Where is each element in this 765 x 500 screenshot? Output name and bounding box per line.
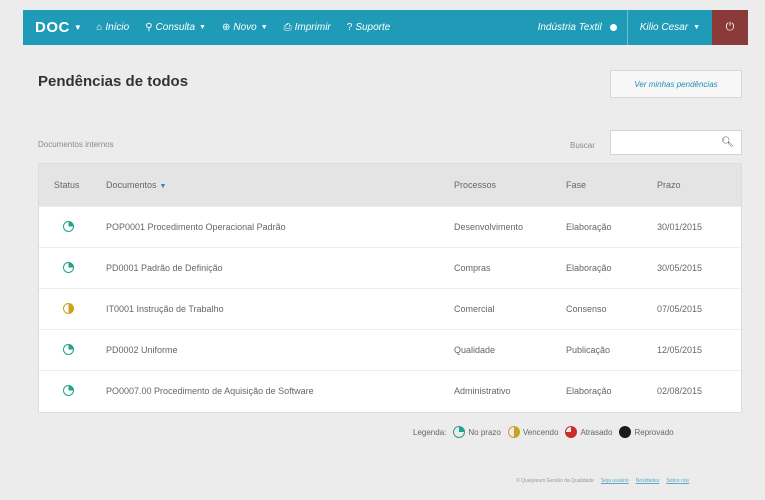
document-cell[interactable]: POP0001 Procedimento Operacional Padrão [100,206,454,247]
chevron-down-icon: ▼ [199,24,206,31]
table-row[interactable]: POP0001 Procedimento Operacional Padrão … [39,206,741,247]
phase-cell: Elaboração [566,262,612,273]
user-menu[interactable]: Kilio Cesar ▼ [628,10,712,45]
header-status[interactable]: Status [39,164,100,206]
legend-title: Legenda: [413,427,447,437]
process-cell: Compras [454,262,491,273]
user-name: Kilio Cesar [639,22,689,33]
nav-item-label: Imprimir [294,22,331,33]
legend-item-on-time: No prazo [453,426,501,438]
status-cell [39,288,100,329]
status-on-time-icon [63,385,74,397]
nav-item-consulta[interactable]: ⚲ Consulta ▼ [137,10,214,45]
document-cell[interactable]: IT0001 Instrução de Trabalho [100,288,454,329]
status-late-icon [565,426,578,438]
legend-label: Atrasado [580,427,613,437]
document-cell[interactable]: PD0001 Padrão de Definição [100,247,454,288]
brand-menu[interactable]: DOC ▼ [23,10,90,45]
chevron-down-icon: ▼ [73,23,83,32]
status-cell [39,206,100,247]
printer-icon: ⎙ [283,22,292,33]
footer-link[interactable]: Seja usuário [601,478,629,484]
header-processes[interactable]: Processos [454,164,566,206]
deadline-cell: 12/05/2015 [657,344,703,355]
power-button[interactable]: ⏻ [712,10,748,45]
legend-item-rejected: Reprovado [619,426,674,438]
header-deadline[interactable]: Prazo [657,164,741,206]
nav-item-label: Início [105,22,130,33]
phase-cell: Elaboração [566,221,612,232]
nav-item-label: Novo [233,22,257,33]
process-cell: Administrativo [454,385,511,396]
company-status-icon [609,24,617,31]
company-name: Indústria Textil [537,22,602,33]
search-icon[interactable]: 🔍︎ [721,137,734,148]
legend-label: No prazo [468,427,501,437]
status-cell [39,329,100,370]
status-cell [39,370,100,411]
header-documents-label: Documentos [106,179,157,190]
search-field: 🔍︎ [610,130,742,155]
deadline-cell: 30/01/2015 [657,221,703,232]
status-legend: Legenda: No prazo Vencendo Atrasado Repr… [413,426,674,438]
header-documents[interactable]: Documentos ▼ [100,164,454,206]
nav-item-suporte[interactable]: ? Suporte [339,10,399,45]
status-on-time-icon [63,262,74,274]
power-icon: ⏻ [725,21,735,33]
plus-circle-icon: ⊕ [221,22,231,33]
help-circle-icon: ? [346,22,353,33]
legend-label: Reprovado [634,427,674,437]
footer-link[interactable]: Novidades [636,478,660,484]
table-row[interactable]: PO0007.00 Procedimento de Aquisição de S… [39,370,741,411]
section-label: Documentos internos [38,140,114,149]
process-cell: Qualidade [454,344,496,355]
deadline-cell: 30/05/2015 [657,262,703,273]
company-selector[interactable]: Indústria Textil [528,10,627,45]
chevron-down-icon: ▼ [260,24,268,31]
footer-link[interactable]: Sobre nós [666,478,689,484]
search-label: Buscar [570,141,595,150]
legend-item-late: Atrasado [565,426,612,438]
legend-label: Vencendo [522,427,559,437]
table-row[interactable]: IT0001 Instrução de Trabalho Comercial C… [39,288,741,329]
status-expiring-icon [63,303,74,315]
my-pending-button[interactable]: Ver minhas pendências [610,70,742,98]
page-title: Pendências de todos [38,73,189,90]
process-cell: Desenvolvimento [454,221,524,232]
sort-down-icon: ▼ [159,182,167,190]
footer-copyright: © Qualyteam Gestão da Qualidade [516,478,594,484]
document-cell[interactable]: PD0002 Uniforme [100,329,454,370]
header-phase[interactable]: Fase [566,164,657,206]
status-on-time-icon [63,344,74,356]
status-on-time-icon [63,221,74,233]
nav-item-imprimir[interactable]: ⎙ Imprimir [276,10,339,45]
legend-item-expiring: Vencendo [507,426,559,438]
top-navbar: DOC ▼ ⌂ Início ⚲ Consulta ▼ ⊕ Novo ▼ ⎙ I… [23,10,748,45]
nav-item-label: Suporte [355,22,391,33]
nav-item-novo[interactable]: ⊕ Novo ▼ [214,10,276,45]
footer: © Qualyteam Gestão da Qualidade Seja usu… [516,478,696,484]
search-icon: ⚲ [145,22,153,33]
chevron-down-icon: ▼ [693,24,700,31]
phase-cell: Elaboração [566,385,612,396]
deadline-cell: 02/08/2015 [657,385,703,396]
status-cell [39,247,100,288]
nav-item-inicio[interactable]: ⌂ Início [90,10,137,45]
brand-logo: DOC [35,19,70,36]
table-row[interactable]: PD0001 Padrão de Definição Compras Elabo… [39,247,741,288]
table-header-row: Status Documentos ▼ Processos Fase Prazo [39,164,741,206]
status-expiring-icon [507,426,520,438]
deadline-cell: 07/05/2015 [657,303,703,314]
process-cell: Comercial [454,303,495,314]
status-on-time-icon [453,426,466,438]
nav-item-label: Consulta [155,22,196,33]
table-row[interactable]: PD0002 Uniforme Qualidade Publicação 12/… [39,329,741,370]
phase-cell: Consenso [566,303,607,314]
document-cell[interactable]: PO0007.00 Procedimento de Aquisição de S… [100,370,454,411]
phase-cell: Publicação [566,344,611,355]
home-icon: ⌂ [96,22,103,33]
status-rejected-icon [619,426,632,438]
documents-table: Status Documentos ▼ Processos Fase Prazo … [38,163,742,413]
